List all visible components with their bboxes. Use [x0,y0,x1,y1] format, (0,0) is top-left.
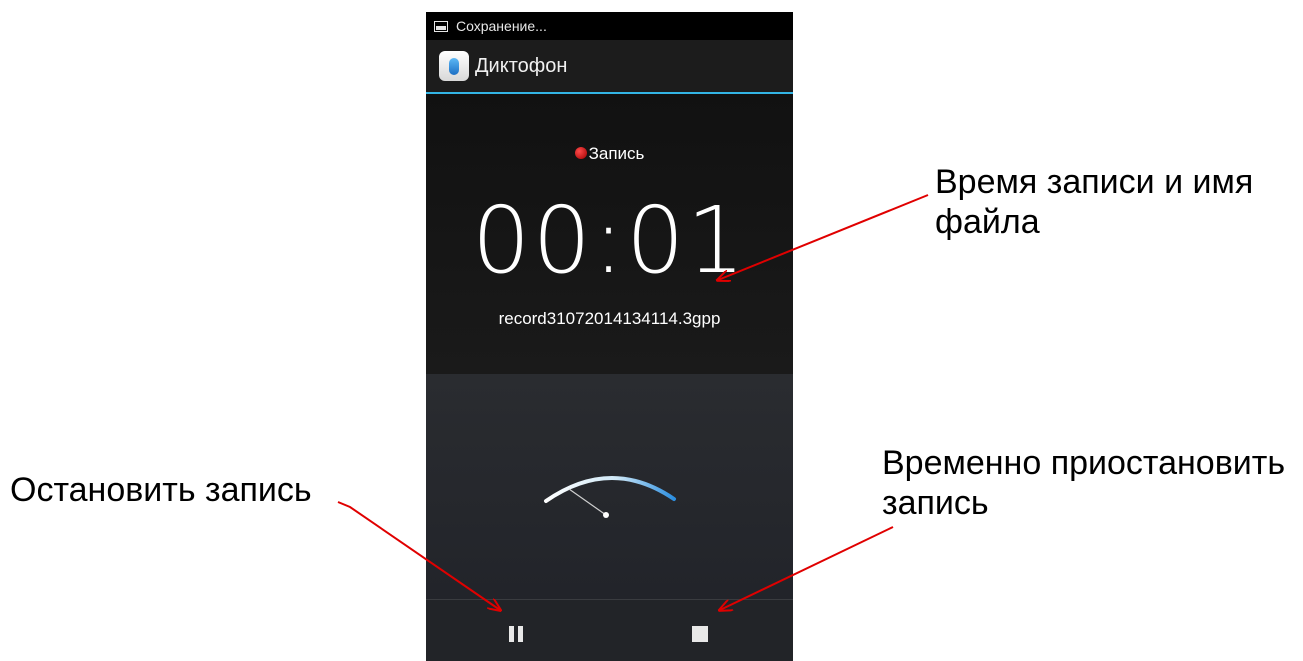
stop-icon [692,626,708,642]
gauge-pivot [603,512,609,518]
annotation-pause-recording: Временно приостановить запись [882,444,1286,522]
app-title: Диктофон [475,54,568,77]
recording-filename: record31072014134114.3gpp [498,309,721,328]
action-bar: Диктофон [426,40,793,94]
record-dot-icon [574,146,587,159]
recording-state-label: Запись [588,144,645,163]
pause-button[interactable] [496,614,536,654]
recording-state: Запись [426,144,793,164]
status-text: Сохранение... [456,18,547,34]
stop-button[interactable] [680,614,720,654]
gauge-needle [568,488,607,516]
recording-info-panel: Запись 00:01 record31072014134114.3gpp [426,94,793,374]
gauge-arc [544,476,676,503]
level-panel [426,374,793,599]
annotation-time-and-file: Время записи и имя файла [935,163,1254,241]
elapsed-time: 00:01 [471,187,748,294]
annotation-stop-recording: Остановить запись [10,471,312,509]
control-bar [426,599,793,661]
status-bar: Сохранение... [426,12,793,40]
pause-icon [509,626,514,642]
volume-level-gauge [544,476,676,518]
phone-screen: Сохранение... Диктофон Запись 00:01 reco… [426,12,793,661]
microphone-icon[interactable] [439,51,469,81]
image-icon [434,20,448,32]
